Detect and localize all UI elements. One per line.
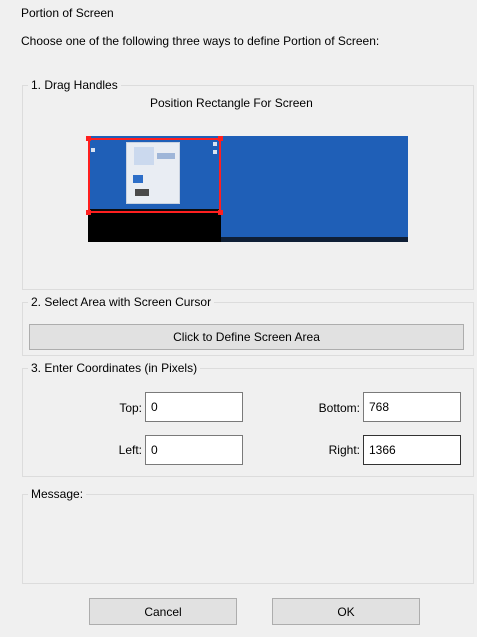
right-label: Right: xyxy=(328,443,360,457)
selection-rectangle[interactable] xyxy=(86,136,223,215)
handle-top-left[interactable] xyxy=(86,136,91,141)
ok-button[interactable]: OK xyxy=(272,598,420,625)
right-input[interactable] xyxy=(363,435,461,465)
cancel-button[interactable]: Cancel xyxy=(89,598,237,625)
drag-handles-legend: 1. Drag Handles xyxy=(31,78,118,92)
message-group: Message: xyxy=(22,487,474,584)
handle-bottom-right[interactable] xyxy=(218,210,223,215)
instruction-text: Choose one of the following three ways t… xyxy=(21,34,380,48)
left-input[interactable] xyxy=(145,435,243,465)
monitor-2-preview xyxy=(221,136,408,242)
top-input[interactable] xyxy=(145,392,243,422)
top-label: Top: xyxy=(119,401,142,415)
message-legend: Message: xyxy=(31,487,84,501)
define-screen-area-button[interactable]: Click to Define Screen Area xyxy=(29,324,464,350)
left-label: Left: xyxy=(118,443,142,457)
handle-bottom-left[interactable] xyxy=(86,210,91,215)
bottom-label: Bottom: xyxy=(318,401,360,415)
position-rectangle-caption: Position Rectangle For Screen xyxy=(150,96,313,110)
select-area-legend: 2. Select Area with Screen Cursor xyxy=(31,295,212,309)
coordinates-legend: 3. Enter Coordinates (in Pixels) xyxy=(31,361,198,375)
handle-top-right[interactable] xyxy=(218,136,223,141)
window-title: Portion of Screen xyxy=(21,6,114,20)
bottom-input[interactable] xyxy=(363,392,461,422)
